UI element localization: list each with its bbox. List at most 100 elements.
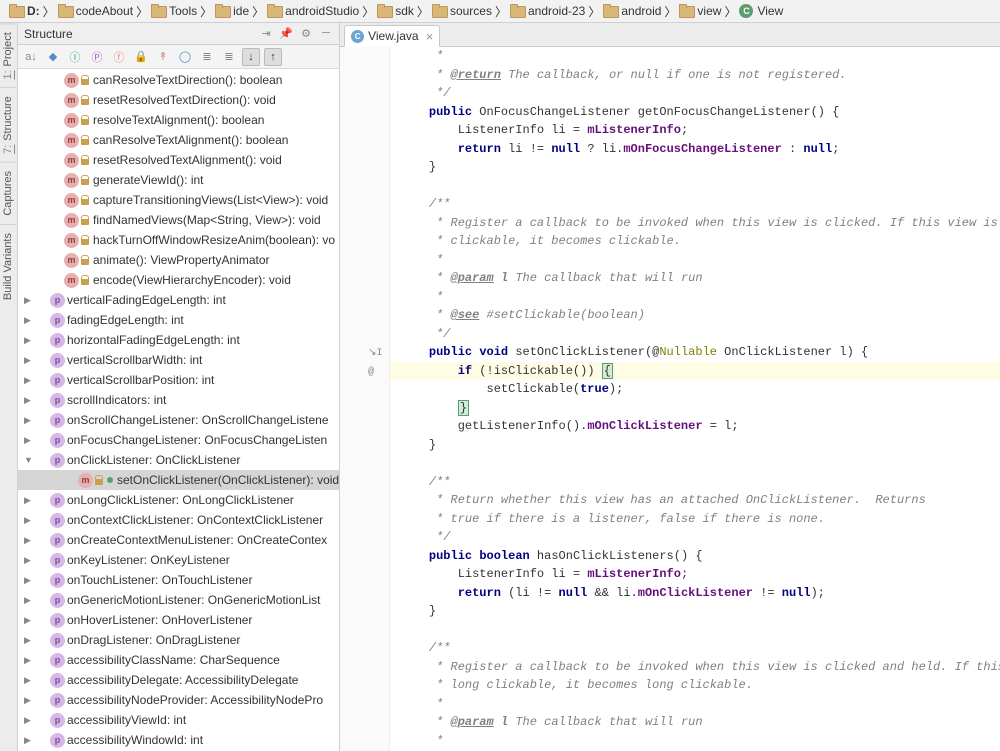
structure-tree[interactable]: mcanResolveTextDirection(): booleanmrese… xyxy=(18,69,339,751)
show-interfaces-icon[interactable]: Ⓘ xyxy=(66,48,84,66)
filter-icon2[interactable]: ≣ xyxy=(220,48,238,66)
show-inherited-icon[interactable]: ↟ xyxy=(154,48,172,66)
chevron-right-icon[interactable]: ▶ xyxy=(24,555,36,566)
code-line[interactable]: * xyxy=(390,47,1000,66)
chevron-right-icon[interactable]: ▶ xyxy=(24,415,36,426)
chevron-right-icon[interactable]: ▶ xyxy=(24,595,36,606)
structure-tree-item[interactable]: mcanResolveTextAlignment(): boolean xyxy=(18,130,339,150)
chevron-right-icon[interactable]: ▶ xyxy=(24,435,36,446)
code-line[interactable] xyxy=(390,177,1000,196)
side-tab[interactable]: 7: Structure xyxy=(0,87,16,162)
chevron-right-icon[interactable]: ▶ xyxy=(24,635,36,646)
chevron-right-icon[interactable]: ▶ xyxy=(24,535,36,546)
structure-tree-item[interactable]: manimate(): ViewPropertyAnimator xyxy=(18,250,339,270)
minimize-icon[interactable]: ─ xyxy=(319,27,333,41)
code-line[interactable]: public boolean hasOnClickListeners() { xyxy=(390,547,1000,566)
code-line[interactable]: } xyxy=(390,602,1000,621)
chevron-right-icon[interactable]: ▶ xyxy=(24,615,36,626)
structure-tree-item[interactable]: ▶phorizontalFadingEdgeLength: int xyxy=(18,330,339,350)
breadcrumb-item[interactable]: codeAbout xyxy=(55,4,136,18)
structure-tree-item[interactable]: ▶ponLongClickListener: OnLongClickListen… xyxy=(18,490,339,510)
chevron-right-icon[interactable]: ▶ xyxy=(24,295,36,306)
breadcrumb-item[interactable]: android-23 xyxy=(507,4,588,18)
code-line[interactable]: public OnFocusChangeListener getOnFocusC… xyxy=(390,103,1000,122)
code-line[interactable]: ListenerInfo li = mListenerInfo; xyxy=(390,565,1000,584)
code-line[interactable]: */ xyxy=(390,528,1000,547)
structure-tree-item[interactable]: ▶ponGenericMotionListener: OnGenericMoti… xyxy=(18,590,339,610)
structure-tree-item[interactable]: ▶paccessibilityClassName: CharSequence xyxy=(18,650,339,670)
gutter-override-icon[interactable]: ↘I @ xyxy=(368,345,389,382)
code-line[interactable]: */ xyxy=(390,325,1000,344)
structure-tree-item[interactable]: ▶paccessibilityWindowId: int xyxy=(18,730,339,750)
code-line[interactable]: /** xyxy=(390,195,1000,214)
structure-tree-item[interactable]: mresetResolvedTextDirection(): void xyxy=(18,90,339,110)
chevron-right-icon[interactable]: ▶ xyxy=(24,395,36,406)
breadcrumb-item[interactable]: Tools xyxy=(148,4,200,18)
structure-tree-item[interactable]: mencode(ViewHierarchyEncoder): void xyxy=(18,270,339,290)
chevron-right-icon[interactable]: ▶ xyxy=(24,695,36,706)
gear-icon[interactable]: ⚙ xyxy=(299,27,313,41)
code-line[interactable]: * xyxy=(390,288,1000,307)
sort-vis-icon[interactable]: ◆ xyxy=(44,48,62,66)
structure-tree-item[interactable]: ▶paccessibilityNodeProvider: Accessibili… xyxy=(18,690,339,710)
code-line[interactable]: * long clickable, it becomes long clicka… xyxy=(390,676,1000,695)
chevron-right-icon[interactable]: ▶ xyxy=(24,675,36,686)
code-line[interactable]: return (li != null && li.mOnClickListene… xyxy=(390,584,1000,603)
code-line[interactable]: /** xyxy=(390,473,1000,492)
chevron-right-icon[interactable]: ▶ xyxy=(24,515,36,526)
structure-tree-item[interactable]: mfindNamedViews(Map<String, View>): void xyxy=(18,210,339,230)
breadcrumb-item[interactable]: androidStudio xyxy=(264,4,362,18)
editor-text[interactable]: * * @return The callback, or null if one… xyxy=(390,47,1000,751)
editor-body[interactable]: ↘I @ * * @return The callback, or null i… xyxy=(340,47,1000,751)
close-icon[interactable]: × xyxy=(426,29,434,44)
structure-tree-item[interactable]: ▶pfadingEdgeLength: int xyxy=(18,310,339,330)
structure-tree-item[interactable]: mresetResolvedTextAlignment(): void xyxy=(18,150,339,170)
code-line[interactable]: if (!isClickable()) { xyxy=(390,362,1000,381)
side-tab[interactable]: Build Variants xyxy=(0,224,16,308)
code-line[interactable]: * clickable, it becomes clickable. xyxy=(390,232,1000,251)
breadcrumb-item[interactable]: android xyxy=(600,4,664,18)
structure-tree-item[interactable]: mhackTurnOffWindowResizeAnim(boolean): v… xyxy=(18,230,339,250)
code-line[interactable]: } xyxy=(390,158,1000,177)
autoscroll-icon[interactable]: ↓ xyxy=(242,48,260,66)
code-line[interactable]: * @param l The callback that will run xyxy=(390,269,1000,288)
side-tab[interactable]: Captures xyxy=(0,162,16,224)
structure-tree-item[interactable]: ▶ponKeyListener: OnKeyListener xyxy=(18,550,339,570)
structure-tree-item[interactable]: mcaptureTransitioningViews(List<View>): … xyxy=(18,190,339,210)
autoscroll-from-icon[interactable]: ↑ xyxy=(264,48,282,66)
chevron-right-icon[interactable]: ▶ xyxy=(24,715,36,726)
code-line[interactable]: * xyxy=(390,732,1000,751)
breadcrumb-item[interactable]: view xyxy=(676,4,724,18)
structure-tree-item[interactable]: ▶paccessibilityDelegate: AccessibilityDe… xyxy=(18,670,339,690)
code-line[interactable]: } xyxy=(390,399,1000,418)
code-line[interactable]: getListenerInfo().mOnClickListener = l; xyxy=(390,417,1000,436)
chevron-right-icon[interactable]: ▶ xyxy=(24,315,36,326)
code-line[interactable]: * true if there is a listener, false if … xyxy=(390,510,1000,529)
structure-tree-item[interactable]: ▶ponDragListener: OnDragListener xyxy=(18,630,339,650)
code-line[interactable]: * Register a callback to be invoked when… xyxy=(390,214,1000,233)
structure-tree-item[interactable]: mgenerateViewId(): int xyxy=(18,170,339,190)
chevron-right-icon[interactable]: ▶ xyxy=(24,655,36,666)
structure-tree-item[interactable]: ▶ponScrollChangeListener: OnScrollChange… xyxy=(18,410,339,430)
breadcrumb-item[interactable]: sdk xyxy=(374,4,417,18)
show-lock-icon[interactable]: 🔒 xyxy=(132,48,150,66)
code-line[interactable]: * Register a callback to be invoked when… xyxy=(390,658,1000,677)
structure-tree-item[interactable]: ▶pscrollIndicators: int xyxy=(18,390,339,410)
structure-tree-item[interactable]: ▶ponContextClickListener: OnContextClick… xyxy=(18,510,339,530)
breadcrumb-item[interactable]: D: xyxy=(6,4,43,18)
structure-tree-item[interactable]: ▶paccessibilityViewId: int xyxy=(18,710,339,730)
code-line[interactable]: setClickable(true); xyxy=(390,380,1000,399)
show-anon-icon[interactable]: ◯ xyxy=(176,48,194,66)
chevron-right-icon[interactable]: ▶ xyxy=(24,375,36,386)
show-props-icon[interactable]: Ⓟ xyxy=(88,48,106,66)
structure-tree-item[interactable]: ▶ponCreateContextMenuListener: OnCreateC… xyxy=(18,530,339,550)
code-line[interactable]: ListenerInfo li = mListenerInfo; xyxy=(390,121,1000,140)
code-line[interactable] xyxy=(390,454,1000,473)
code-line[interactable]: } xyxy=(390,436,1000,455)
code-line[interactable]: * xyxy=(390,695,1000,714)
chevron-right-icon[interactable]: ▶ xyxy=(24,575,36,586)
code-line[interactable]: * @see #setClickable(boolean) xyxy=(390,306,1000,325)
collapse-icon[interactable]: ⇥ xyxy=(259,27,273,41)
structure-tree-item[interactable]: mcanResolveTextDirection(): boolean xyxy=(18,70,339,90)
chevron-right-icon[interactable]: ▶ xyxy=(24,495,36,506)
